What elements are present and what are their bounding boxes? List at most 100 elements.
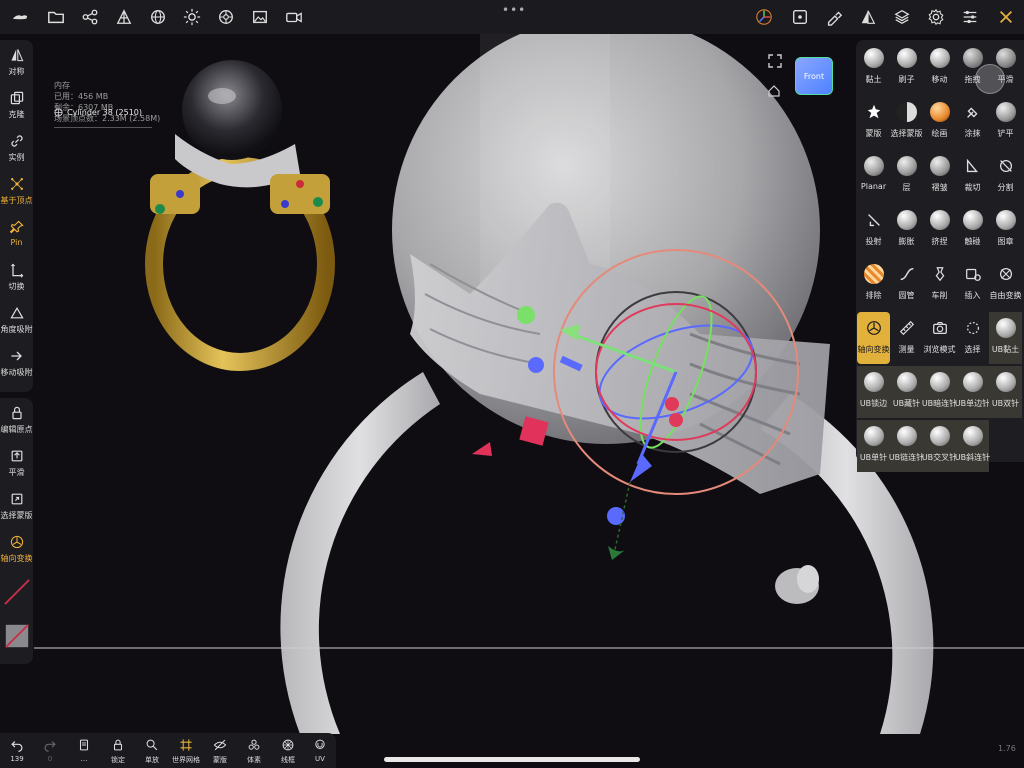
brush-size-cursor[interactable]	[975, 64, 1005, 94]
brush-move[interactable]: 移动	[923, 42, 956, 94]
brush-crease[interactable]: 褶皱	[923, 150, 956, 202]
undo-button[interactable]: 139	[0, 735, 34, 767]
brush-ub-hidden-stitch[interactable]: UB藏针	[890, 366, 923, 418]
select-mask-brush-icon	[896, 102, 917, 122]
wireframe-button[interactable]: 线框	[271, 735, 305, 767]
brush-ub-chain-stitch[interactable]: UB链连针	[889, 420, 924, 472]
brush-ub-lock-edge[interactable]: UB锁边	[857, 366, 890, 418]
brush-smudge[interactable]: 涂抹	[956, 96, 989, 148]
brush-lathe[interactable]: 车削	[923, 258, 956, 310]
tools-icon[interactable]	[994, 5, 1018, 29]
layers-stack-icon[interactable]	[890, 5, 914, 29]
brush-measure[interactable]: 测量	[890, 312, 923, 364]
tool-angle-snap[interactable]: 角度吸附	[0, 301, 33, 343]
brush-label: 裁切	[964, 183, 981, 192]
brush-view-mode[interactable]: 浏览模式	[923, 312, 956, 364]
tool-edit-origin[interactable]: 编辑原点	[0, 401, 33, 443]
brush-select-mask[interactable]: 选择蒙版	[890, 96, 923, 148]
video-camera-icon[interactable]	[282, 5, 306, 29]
color-swatch-primary[interactable]	[0, 574, 33, 614]
brush-flatten[interactable]: 铲平	[989, 96, 1022, 148]
app-logo-icon[interactable]	[8, 5, 32, 29]
mask-visibility-button[interactable]: 蒙版	[203, 735, 237, 767]
brush-label: 铲平	[997, 129, 1014, 138]
sun-light-icon[interactable]	[180, 5, 204, 29]
uv-button[interactable]: UV	[303, 735, 337, 767]
brush-stamp[interactable]: 图章	[989, 204, 1022, 256]
layers-button[interactable]: …	[67, 735, 101, 767]
home-view-icon[interactable]	[768, 85, 780, 97]
brush-clay[interactable]: 黏土	[857, 42, 890, 94]
brush-ub-clay[interactable]: UB黏土	[989, 312, 1022, 364]
brush-planar[interactable]: Planar	[857, 150, 890, 202]
brush-label: 分割	[997, 183, 1014, 192]
tool-vertex-based[interactable]: 基于顶点	[0, 172, 33, 214]
brush-settings-icon[interactable]	[822, 5, 846, 29]
nomad-sculpt-app: ••• 内存 已用：456 MB 剩余：6307 MB 场景顶点数：2.33M …	[0, 0, 1024, 768]
brush-ub-dark-stitch[interactable]: UB暗连针	[922, 366, 957, 418]
more-options-icon[interactable]: •••	[502, 3, 526, 17]
primary-color-icon	[3, 579, 30, 605]
redo-button[interactable]: 0	[33, 735, 67, 767]
lasso-select-icon	[963, 318, 983, 338]
ring-mesh-left[interactable]	[280, 372, 440, 734]
brush-trim[interactable]: 裁切	[956, 150, 989, 202]
fullscreen-icon[interactable]	[768, 54, 782, 68]
voxel-button[interactable]: 体素	[237, 735, 271, 767]
color-swatch-secondary[interactable]	[0, 618, 33, 658]
solo-button[interactable]: 单放	[135, 735, 169, 767]
brush-insert[interactable]: 插入	[956, 258, 989, 310]
brush-free-transform[interactable]: 自由变换	[989, 258, 1022, 310]
brush-label: 圆管	[898, 291, 915, 300]
brush-ub-cross-stitch[interactable]: UB交叉针	[922, 420, 957, 472]
tool-instance[interactable]: 实例	[0, 129, 33, 171]
view-cube[interactable]: Front	[795, 57, 833, 95]
material-ball-icon[interactable]	[214, 5, 238, 29]
brush-layer[interactable]: 层	[890, 150, 923, 202]
tool-move-snap[interactable]: 移动吸附	[0, 344, 33, 386]
brush-select[interactable]: 选择	[956, 312, 989, 364]
memory-used: 已用：456 MB	[54, 92, 109, 101]
brush-ub-slant-stitch[interactable]: UB斜连针	[955, 420, 990, 472]
camera-frame-icon[interactable]	[788, 5, 812, 29]
brush-project[interactable]: 投射	[857, 204, 890, 256]
tool-select-mask[interactable]: 选择蒙版	[0, 487, 33, 529]
sliders-icon[interactable]	[958, 5, 982, 29]
gear-icon[interactable]	[924, 5, 948, 29]
image-icon[interactable]	[248, 5, 272, 29]
brush-tube[interactable]: 圆管	[890, 258, 923, 310]
tool-clone[interactable]: 克隆	[0, 86, 33, 128]
brush-inflate[interactable]: 膨胀	[890, 204, 923, 256]
brush-label: 轴向变换	[857, 345, 890, 354]
brush-mask[interactable]: 蒙版	[857, 96, 890, 148]
brush-pinch[interactable]: 挤捏	[923, 204, 956, 256]
lock-button[interactable]: 锁定	[101, 735, 135, 767]
brush-split[interactable]: 分割	[989, 150, 1022, 202]
symmetry-triangle-icon[interactable]	[856, 5, 880, 29]
grid-icon	[180, 739, 192, 751]
folder-icon[interactable]	[44, 5, 68, 29]
tool-symmetry[interactable]: 对称	[0, 43, 33, 85]
home-indicator[interactable]	[384, 757, 640, 762]
tool-toggle[interactable]: 切换	[0, 258, 33, 300]
brush-axis-transform[interactable]: 轴向变换	[857, 312, 890, 364]
gizmo-orientation-icon[interactable]	[752, 5, 776, 29]
tool-axis-transform[interactable]: 轴向变换	[0, 530, 33, 572]
scene-graph-icon[interactable]	[78, 5, 102, 29]
brush-paint[interactable]: 绘画	[923, 96, 956, 148]
selected-object[interactable]: Cylinder 38 (2510)	[54, 108, 142, 117]
tool-pin[interactable]: Pin	[0, 215, 33, 257]
select-mask-icon	[11, 493, 22, 505]
brush-ub-single-stitch[interactable]: UB单针	[857, 420, 890, 472]
globe-icon[interactable]	[146, 5, 170, 29]
tool-smooth[interactable]: 平滑	[0, 444, 33, 486]
topology-icon[interactable]	[112, 5, 136, 29]
brush-exclude[interactable]: 排除	[857, 258, 890, 310]
planar-brush-icon	[863, 156, 884, 176]
brush-tube-touch[interactable]: 触碰	[956, 204, 989, 256]
world-grid-button[interactable]: 世界网格	[169, 735, 203, 767]
brush-ub-single-edge[interactable]: UB单边针	[955, 366, 990, 418]
reference-image[interactable]	[145, 60, 335, 371]
brush-brush[interactable]: 刷子	[890, 42, 923, 94]
brush-ub-double-stitch[interactable]: UB双针	[989, 366, 1022, 418]
